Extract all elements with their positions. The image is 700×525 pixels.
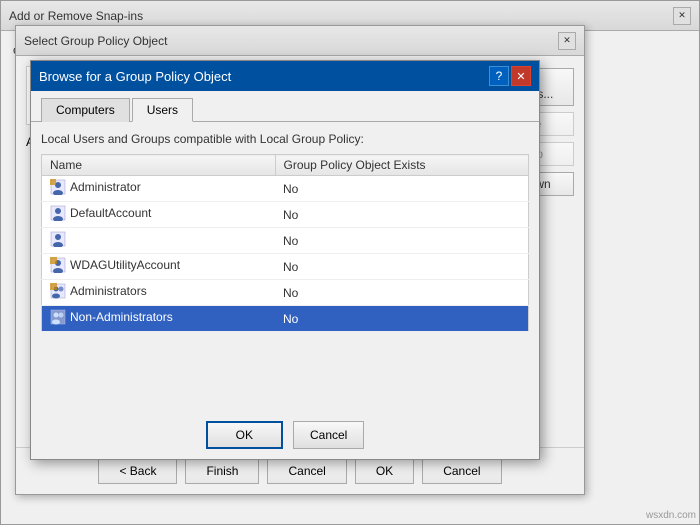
row-icon-empty — [50, 231, 66, 247]
users-icon — [50, 309, 66, 325]
browse-ok-button[interactable]: OK — [206, 421, 283, 449]
user-icon — [50, 179, 66, 195]
row-gpo: No — [275, 254, 529, 280]
browse-help-button[interactable]: ? — [489, 66, 509, 86]
browse-title-bar: Browse for a Group Policy Object ? ✕ — [31, 61, 539, 91]
select-gpo-close-button[interactable]: ✕ — [558, 32, 576, 50]
row-icon-admins: Administrators — [50, 283, 147, 299]
users-icon — [50, 283, 66, 299]
browse-cancel-button[interactable]: Cancel — [293, 421, 364, 449]
select-gpo-title-bar: Select Group Policy Object ✕ — [16, 26, 584, 56]
row-name: Administrators — [42, 280, 276, 306]
row-gpo: No — [275, 202, 529, 228]
row-gpo: No — [275, 228, 529, 254]
finish-button[interactable]: Finish — [185, 458, 259, 484]
table-row[interactable]: No — [42, 228, 529, 254]
cancel-button-right[interactable]: Cancel — [422, 458, 501, 484]
row-icon-non-admins: Non-Administrators — [50, 309, 173, 325]
row-icon-admin: Administrator — [50, 179, 141, 195]
browse-close-button[interactable]: ✕ — [511, 66, 531, 86]
row-name — [42, 228, 276, 254]
row-gpo: No — [275, 176, 529, 202]
table-row-selected[interactable]: Non-Administrators No — [42, 306, 529, 332]
table-row[interactable]: DefaultAccount No — [42, 202, 529, 228]
row-icon-default: DefaultAccount — [50, 205, 151, 221]
browse-description: Local Users and Groups compatible with L… — [41, 132, 529, 146]
row-name: Non-Administrators — [42, 306, 276, 332]
back-button[interactable]: < Back — [98, 458, 177, 484]
table-row[interactable]: Administrators No — [42, 280, 529, 306]
bg-close-button[interactable]: ✕ — [673, 7, 691, 25]
tab-users[interactable]: Users — [132, 98, 193, 122]
policy-table: Name Group Policy Object Exists — [41, 154, 529, 332]
watermark: wsxdn.com — [646, 510, 696, 521]
row-name: DefaultAccount — [42, 202, 276, 228]
table-row[interactable]: WDAGUtilityAccount No — [42, 254, 529, 280]
browse-footer: OK Cancel — [31, 411, 539, 459]
tab-computers[interactable]: Computers — [41, 98, 130, 122]
user-icon — [50, 257, 66, 273]
user-icon — [50, 205, 66, 221]
col-name-header: Name — [42, 155, 276, 176]
user-icon — [50, 231, 66, 247]
row-icon-wdag: WDAGUtilityAccount — [50, 257, 180, 273]
row-gpo: No — [275, 306, 529, 332]
row-name: WDAGUtilityAccount — [42, 254, 276, 280]
browse-dialog: Browse for a Group Policy Object ? ✕ Com… — [30, 60, 540, 460]
table-row[interactable]: Administrator No — [42, 176, 529, 202]
row-gpo: No — [275, 280, 529, 306]
ok-button-right[interactable]: OK — [355, 458, 414, 484]
col-gpo-header: Group Policy Object Exists — [275, 155, 529, 176]
bg-title-text: Add or Remove Snap-ins — [9, 9, 671, 23]
browse-title: Browse for a Group Policy Object — [39, 69, 487, 84]
browse-content-area: Local Users and Groups compatible with L… — [31, 122, 539, 342]
row-name: Administrator — [42, 176, 276, 202]
select-gpo-title: Select Group Policy Object — [24, 34, 556, 48]
cancel-button[interactable]: Cancel — [267, 458, 346, 484]
browse-tabs: Computers Users — [31, 91, 539, 122]
